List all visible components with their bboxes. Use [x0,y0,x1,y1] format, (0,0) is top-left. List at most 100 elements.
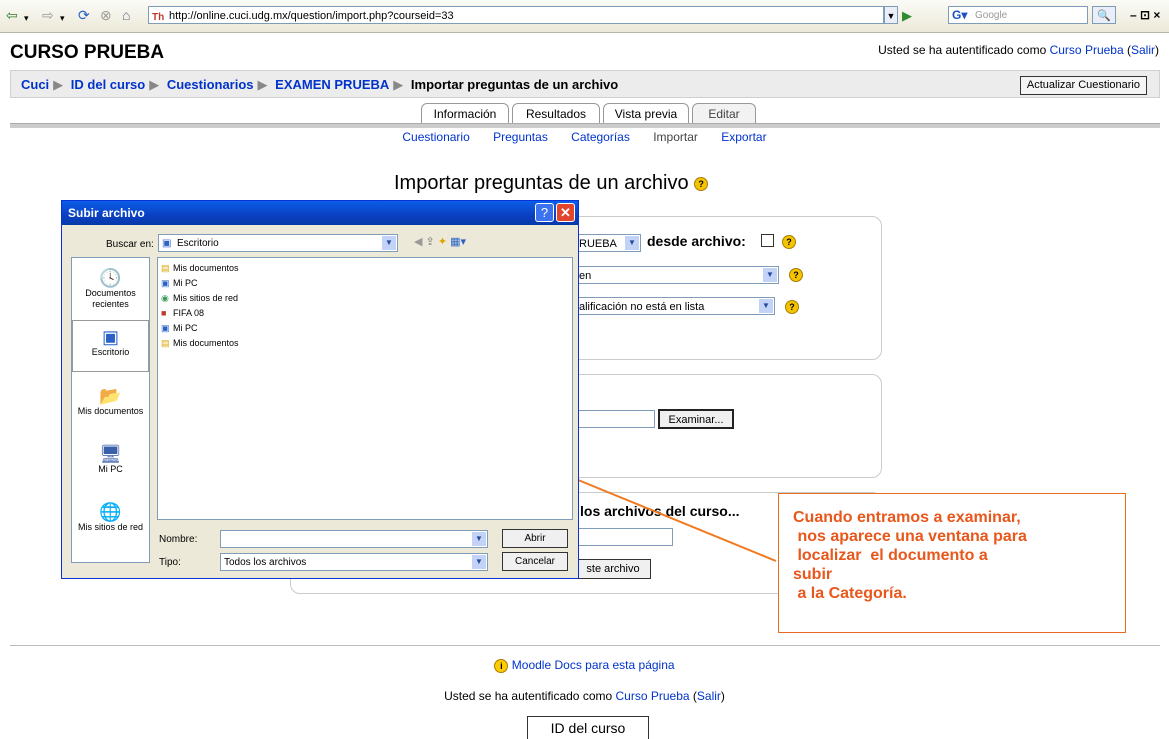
from-file-checkbox[interactable] [761,234,774,247]
logout-link[interactable]: Salir [1131,43,1155,57]
category-select[interactable]: RUEBA ▼ [575,234,641,252]
breadcrumb-separator-icon: ▶ [257,77,268,92]
tab-divider [10,123,1160,128]
search-box[interactable]: G▾ Google [948,6,1088,24]
subtab-preguntas[interactable]: Preguntas [493,130,548,144]
home-icon[interactable]: ⌂ [122,8,130,22]
place-my-computer[interactable]: 🖥 Mi PC [72,444,149,475]
file-name-label: Nombre: [159,534,198,545]
course-file-field[interactable] [575,528,673,546]
subtab-importar[interactable]: Importar [653,130,698,144]
breadcrumb-cuci[interactable]: Cuci [21,77,49,92]
list-item[interactable]: ▤ Mis documentos [161,262,239,274]
breadcrumb-course-id[interactable]: ID del curso [71,77,145,92]
callout-line: subir [793,566,833,583]
window-controls-icon[interactable]: – ⊡ × [1130,8,1160,22]
tab-informacion[interactable]: Información [421,103,509,124]
update-quiz-button[interactable]: Actualizar Cuestionario [1019,76,1147,95]
reload-icon[interactable]: ⟳ [78,8,90,22]
tab-editar[interactable]: Editar [692,103,756,124]
help-icon[interactable]: ? [782,235,796,249]
footer-user-link[interactable]: Curso Prueba [616,689,690,703]
breadcrumb-current: Importar preguntas de un archivo [410,77,619,92]
search-placeholder: Google [975,10,1008,21]
file-type-label: Tipo: [159,557,181,568]
list-item[interactable]: ▣ Mi PC [161,322,198,334]
breadcrumb-separator-icon: ▶ [149,77,160,92]
look-in-select[interactable]: ▣ Escritorio ▼ [158,234,398,252]
place-my-documents[interactable]: 📂 Mis documentos [72,386,149,417]
chevron-down-icon: ▼ [472,555,486,569]
subtab-exportar[interactable]: Exportar [721,130,766,144]
network-icon: ◉ [161,293,169,303]
place-desktop[interactable]: ▣ Escritorio [72,320,149,372]
from-file-label: desde archivo: [647,233,746,249]
grade-select[interactable]: alificación no está en lista ▼ [575,297,775,315]
back-icon[interactable]: ◀ [414,236,422,248]
file-upload-dialog: Subir archivo ? ✕ Buscar en: ▣ Escritori… [61,200,579,579]
file-path-field[interactable] [575,410,655,428]
list-item[interactable]: ▣ Mi PC [161,277,198,289]
chevron-down-icon: ▼ [382,236,396,250]
stop-icon[interactable]: ⊗ [100,8,112,22]
network-icon: 🌐 [99,502,122,522]
help-icon[interactable]: ? [789,268,803,282]
search-icon[interactable]: 🔍 [1092,6,1116,24]
tab-vista-previa[interactable]: Vista previa [603,103,689,124]
forward-dropdown-icon[interactable]: ▾ [60,11,65,25]
computer-icon: 🖥 [99,444,122,464]
go-icon[interactable]: ▶ [902,8,912,24]
chevron-down-icon: ▼ [759,299,773,313]
back-dropdown-icon[interactable]: ▾ [24,11,29,25]
dialog-close-button[interactable]: ✕ [556,203,575,222]
list-item[interactable]: ▤ Mis documentos [161,337,239,349]
course-files-label: los archivos del curso... [580,503,740,519]
navbar: Cuci ▶ ID del curso ▶ Cuestionarios ▶ EXAME… [10,70,1160,98]
dialog-help-button[interactable]: ? [535,203,554,222]
folder-icon: ▤ [161,338,170,348]
upload-file-button[interactable]: ste archivo [575,559,651,579]
place-network[interactable]: 🌐 Mis sitios de red [72,502,149,533]
breadcrumb: Cuci ▶ ID del curso ▶ Cuestionarios ▶ EXAME… [21,77,618,93]
site-title: CURSO PRUEBA [10,42,165,63]
open-button[interactable]: Abrir [502,529,568,548]
places-bar: 🕓 Documentos recientes ▣ Escritorio 📂 Mi… [71,257,150,563]
subtab-categorias[interactable]: Categorías [571,130,630,144]
place-recent[interactable]: 🕓 Documentos recientes [72,268,149,310]
address-url: http://online.cuci.udg.mx/question/impor… [169,10,454,22]
tab-resultados[interactable]: Resultados [512,103,600,124]
list-item[interactable]: ■ FIFA 08 [161,307,204,319]
recent-documents-icon: 🕓 [99,268,122,288]
chevron-down-icon: ▼ [472,532,486,546]
file-name-input[interactable]: ▼ [220,530,488,548]
list-item[interactable]: ◉ Mis sitios de red [161,292,238,304]
up-folder-icon[interactable]: ⇪ [426,236,435,248]
moodle-docs-link[interactable]: Moodle Docs para esta página [512,658,675,672]
help-icon[interactable]: ? [785,300,799,314]
cancel-button[interactable]: Cancelar [502,552,568,571]
dialog-toolbar: ◀ ⇪ ✦ ▦▾ [414,235,466,248]
breadcrumb-quizzes[interactable]: Cuestionarios [167,77,254,92]
back-icon[interactable]: ⇦ [6,8,18,22]
footer-logout-link[interactable]: Salir [697,689,721,703]
file-type-select[interactable]: Todos los archivos ▼ [220,553,488,571]
help-icon[interactable]: ? [694,176,709,191]
course-id-button[interactable]: ID del curso [527,716,649,739]
subtab-cuestionario[interactable]: Cuestionario [402,130,469,144]
computer-icon: ▣ [161,323,170,333]
page-title: Importar preguntas de un archivo ? [394,172,709,195]
breadcrumb-exam[interactable]: EXAMEN PRUEBA [275,77,389,92]
address-dropdown-icon[interactable]: ▼ [884,6,898,24]
views-menu-icon[interactable]: ▦▾ [450,236,466,248]
user-link[interactable]: Curso Prueba [1050,43,1124,57]
forward-icon[interactable]: ⇨ [42,8,54,22]
chevron-down-icon: ▼ [625,236,639,250]
browse-button[interactable]: Examinar... [658,409,734,429]
footer-login-info: Usted se ha autentificado como Curso Pru… [444,689,725,703]
address-bar[interactable]: Th http://online.cuci.udg.mx/question/im… [148,6,884,24]
favicon-icon: Th [152,12,165,23]
subtab-bar: Cuestionario Preguntas Categorías Import… [0,130,1169,144]
new-folder-icon[interactable]: ✦ [438,236,447,248]
dialog-title: Subir archivo [62,201,578,225]
format-select[interactable]: en ▼ [575,266,779,284]
